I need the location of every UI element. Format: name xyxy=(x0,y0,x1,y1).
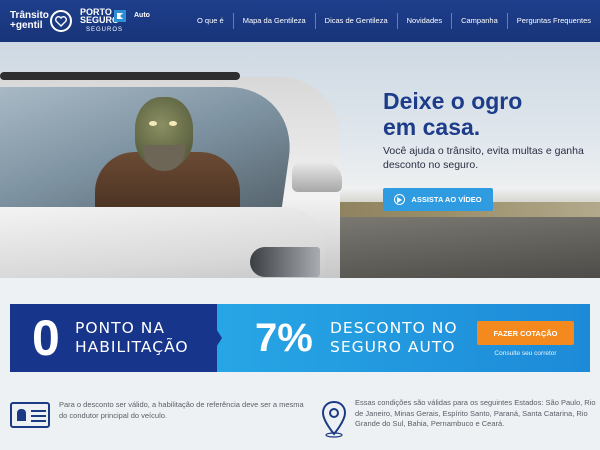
ogre-eye xyxy=(149,121,157,126)
ogre-driver-illustration xyxy=(95,97,295,268)
license-info-text: Para o desconto ser válido, a habilitaçã… xyxy=(59,400,304,420)
menu-item-perguntas-frequentes[interactable]: Perguntas Frequentes xyxy=(506,13,600,29)
menu-item-dicas-de-gentileza[interactable]: Dicas de Gentileza xyxy=(314,13,397,29)
top-nav: Trânsito +gentil PORTO SEGURO SEGUROS Au… xyxy=(0,0,600,42)
zero-points-text: PONTO NA HABILITAÇÃO xyxy=(75,319,189,357)
porto-seguro-logo[interactable]: PORTO SEGURO SEGUROS xyxy=(80,8,126,34)
transito-gentil-logo[interactable]: Trânsito +gentil xyxy=(10,11,49,31)
discount-line2: SEGURO AUTO xyxy=(330,338,456,356)
watch-video-label: ASSISTA AO VÍDEO xyxy=(411,195,482,204)
discount-line1: DESCONTO NO xyxy=(330,319,458,337)
auto-label: Auto xyxy=(134,12,150,19)
map-pin-icon xyxy=(321,400,347,438)
zero-points-number: 0 xyxy=(32,310,60,366)
hero-title-line2: em casa. xyxy=(383,114,481,140)
hero-title: Deixe o ogro em casa. xyxy=(383,88,593,140)
car-headlight xyxy=(250,247,320,277)
states-info: Essas condições são válidas para os segu… xyxy=(320,398,600,438)
porto-logo-sub: SEGUROS xyxy=(86,27,124,33)
road xyxy=(300,217,600,278)
license-info: Para o desconto ser válido, a habilitaçã… xyxy=(10,400,304,428)
porto-logo-line2: SEGURO xyxy=(80,15,120,25)
zero-points-line2: HABILITAÇÃO xyxy=(75,338,189,356)
flag-icon xyxy=(114,10,126,22)
main-menu: O que é Mapa da Gentileza Dicas de Genti… xyxy=(188,0,600,42)
menu-item-campanha[interactable]: Campanha xyxy=(451,13,507,29)
play-icon xyxy=(394,194,406,205)
banner-arrow xyxy=(200,304,222,372)
menu-item-novidades[interactable]: Novidades xyxy=(396,13,451,29)
ogre-eye xyxy=(169,121,177,126)
discount-text: DESCONTO NO SEGURO AUTO xyxy=(330,319,458,357)
menu-item-mapa-da-gentileza[interactable]: Mapa da Gentileza xyxy=(232,13,315,29)
zero-points-line1: PONTO NA xyxy=(75,319,165,337)
hero-copy: Deixe o ogro em casa. Você ajuda o trâns… xyxy=(383,88,593,172)
heart-icon xyxy=(50,10,72,32)
watch-video-button[interactable]: ASSISTA AO VÍDEO xyxy=(383,188,493,211)
discount-percent: 7% xyxy=(255,316,313,360)
car-side-mirror xyxy=(292,162,342,192)
menu-item-o-que-e[interactable]: O que é xyxy=(188,13,233,29)
transito-logo-line2: +gentil xyxy=(10,20,43,31)
page: Trânsito +gentil PORTO SEGURO SEGUROS Au… xyxy=(0,0,600,450)
states-info-text: Essas condições são válidas para os segu… xyxy=(355,398,596,428)
id-card-icon xyxy=(10,402,50,428)
car-roof-rail xyxy=(0,72,240,80)
hero-banner: Deixe o ogro em casa. Você ajuda o trâns… xyxy=(0,42,600,278)
hero-subtitle: Você ajuda o trânsito, evita multas e ga… xyxy=(383,145,584,171)
hero-title-line1: Deixe o ogro xyxy=(383,88,523,114)
get-quote-button[interactable]: FAZER COTAÇÃO xyxy=(477,321,574,345)
consult-broker-link[interactable]: Consulte seu corretor xyxy=(477,350,574,357)
brand-area: Trânsito +gentil PORTO SEGURO SEGUROS Au… xyxy=(0,0,188,42)
